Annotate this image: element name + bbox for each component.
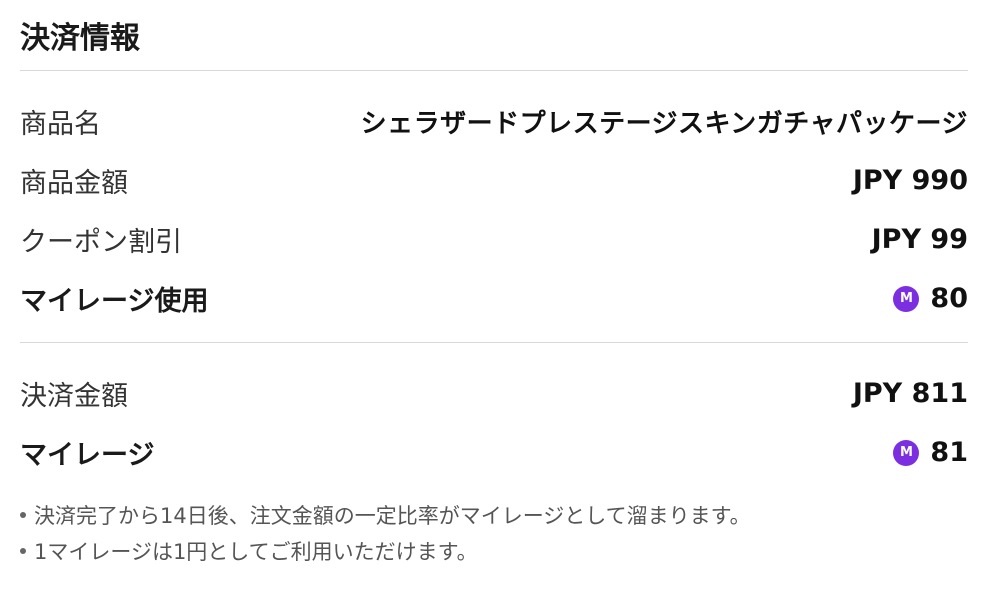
mileage-row: マイレージ M 81 — [20, 423, 968, 482]
mileage-used-label: マイレージ使用 — [20, 286, 209, 317]
coupon-discount-value: JPY 99 — [871, 224, 968, 255]
mileage-value-group: M 81 — [893, 437, 968, 468]
note-item: 決済完了から14日後、注文金額の一定比率がマイレージとして溜まります。 — [20, 497, 968, 533]
payment-amount-label: 決済金額 — [20, 381, 128, 412]
product-amount-label: 商品金額 — [20, 168, 128, 199]
product-name-row: 商品名 シェラザードプレステージスキンガチャパッケージ — [20, 92, 968, 151]
mileage-label: マイレージ — [20, 440, 155, 471]
product-name-label: 商品名 — [20, 109, 101, 140]
mileage-used-row: マイレージ使用 M 80 — [20, 269, 968, 328]
payment-info-panel: 決済情報 商品名 シェラザードプレステージスキンガチャパッケージ 商品金額 JP… — [20, 0, 968, 569]
payment-details: 商品名 シェラザードプレステージスキンガチャパッケージ 商品金額 JPY 990… — [20, 71, 968, 342]
bullet-icon — [20, 548, 26, 554]
coupon-discount-row: クーポン割引 JPY 99 — [20, 210, 968, 269]
mileage-used-value: 80 — [930, 283, 968, 314]
mileage-coin-icon: M — [893, 285, 920, 312]
product-amount-value: JPY 990 — [852, 165, 968, 196]
notes-list: 決済完了から14日後、注文金額の一定比率がマイレージとして溜まります。 1マイレ… — [20, 497, 968, 569]
note-text: 決済完了から14日後、注文金額の一定比率がマイレージとして溜まります。 — [34, 504, 751, 528]
payment-amount-row: 決済金額 JPY 811 — [20, 364, 968, 423]
payment-amount-value: JPY 811 — [852, 378, 968, 409]
product-amount-row: 商品金額 JPY 990 — [20, 151, 968, 210]
payment-summary: 決済金額 JPY 811 マイレージ M 81 — [20, 343, 968, 482]
note-item: 1マイレージは1円としてご利用いただけます。 — [20, 533, 968, 569]
bullet-icon — [20, 512, 26, 518]
mileage-coin-icon: M — [893, 439, 920, 466]
page-title: 決済情報 — [20, 21, 140, 56]
coupon-discount-label: クーポン割引 — [20, 227, 182, 258]
product-name-value: シェラザードプレステージスキンガチャパッケージ — [360, 109, 968, 139]
mileage-value: 81 — [930, 437, 968, 468]
note-text: 1マイレージは1円としてご利用いただけます。 — [34, 540, 478, 564]
mileage-used-value-group: M 80 — [893, 283, 968, 314]
